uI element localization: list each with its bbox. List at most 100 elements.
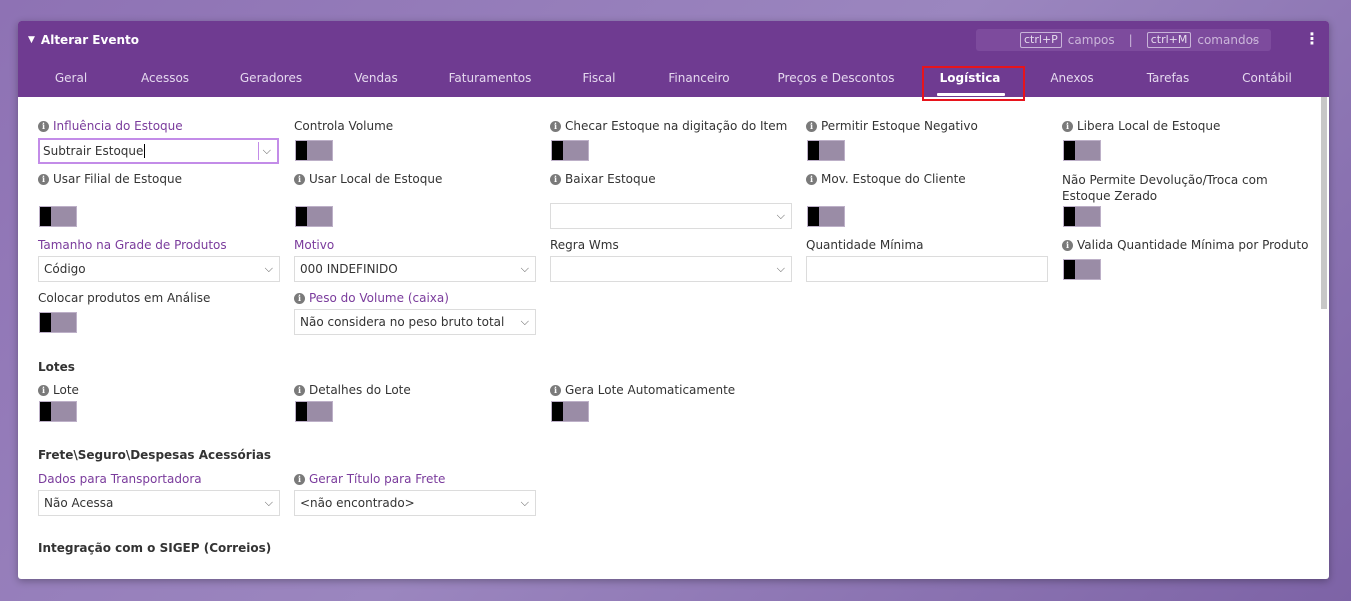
tab-bar: Geral Acessos Geradores Vendas Faturamen… bbox=[18, 71, 1329, 97]
fields-shortcut-label[interactable]: campos bbox=[1068, 33, 1115, 47]
lote-label: i Lote bbox=[38, 383, 79, 397]
collapse-caret-icon[interactable]: ▼ bbox=[28, 35, 35, 45]
tab-geradores[interactable]: Geradores bbox=[240, 71, 302, 85]
tab-anexos[interactable]: Anexos bbox=[1050, 71, 1093, 85]
shortcuts-bar[interactable]: ctrl+P campos | ctrl+M comandos ⌵ bbox=[976, 29, 1271, 51]
info-icon[interactable]: i bbox=[806, 173, 817, 185]
lotes-section-title: Lotes bbox=[38, 360, 75, 374]
info-icon[interactable]: i bbox=[38, 384, 49, 396]
regra-wms-select[interactable]: ⌵ bbox=[550, 256, 792, 282]
controla-volume-toggle[interactable] bbox=[295, 140, 333, 161]
sigep-section-title: Integração com o SIGEP (Correios) bbox=[38, 541, 272, 555]
checar-estoque-toggle[interactable] bbox=[551, 140, 589, 161]
baixar-estoque-select[interactable]: ⌵ bbox=[550, 203, 792, 229]
info-icon[interactable]: i bbox=[38, 120, 49, 132]
peso-volume-select[interactable]: Não considera no peso bruto total ⌵ bbox=[294, 309, 536, 335]
info-icon[interactable]: i bbox=[1062, 120, 1073, 132]
text-cursor bbox=[144, 144, 146, 158]
info-icon[interactable]: i bbox=[1062, 239, 1073, 251]
info-icon[interactable]: i bbox=[38, 173, 49, 185]
toggle-knob bbox=[808, 141, 819, 160]
window-header: ▼ Alterar Evento ctrl+P campos | ctrl+M … bbox=[18, 21, 1329, 101]
alterar-evento-window: ▼ Alterar Evento ctrl+P campos | ctrl+M … bbox=[18, 21, 1329, 579]
influencia-estoque-value: Subtrair Estoque bbox=[43, 144, 144, 158]
lote-toggle[interactable] bbox=[39, 401, 77, 422]
tab-faturamentos[interactable]: Faturamentos bbox=[449, 71, 532, 85]
chevron-down-icon[interactable]: ⌵ bbox=[521, 310, 529, 334]
dados-transportadora-select[interactable]: Não Acessa ⌵ bbox=[38, 490, 280, 516]
usar-filial-label: i Usar Filial de Estoque bbox=[38, 172, 182, 186]
chevron-down-icon[interactable]: ⌵ bbox=[777, 204, 785, 228]
info-icon[interactable]: i bbox=[294, 292, 305, 304]
frete-section-title: Frete\Seguro\Despesas Acessórias bbox=[38, 448, 272, 462]
influencia-estoque-select[interactable]: Subtrair Estoque ⌵ bbox=[38, 138, 279, 164]
dados-transportadora-value: Não Acessa bbox=[44, 496, 114, 510]
libera-local-toggle[interactable] bbox=[1063, 140, 1101, 161]
motivo-value: 000 INDEFINIDO bbox=[300, 262, 398, 276]
libera-local-label: i Libera Local de Estoque bbox=[1062, 119, 1220, 133]
permitir-negativo-toggle[interactable] bbox=[807, 140, 845, 161]
more-options-icon[interactable]: ⋮ bbox=[1304, 30, 1320, 48]
nao-permite-devolucao-label: Não Permite Devolução/Troca com Estoque … bbox=[1062, 173, 1268, 203]
usar-local-toggle[interactable] bbox=[295, 206, 333, 227]
nao-permite-devolucao-toggle[interactable] bbox=[1063, 206, 1101, 227]
valida-qtd-minima-label: i Valida Quantidade Mínima por Produto bbox=[1062, 238, 1308, 252]
toggle-knob bbox=[40, 402, 51, 421]
chevron-down-icon[interactable]: ⌵ bbox=[265, 257, 273, 281]
usar-filial-label-text: Usar Filial de Estoque bbox=[53, 172, 182, 186]
info-icon[interactable]: i bbox=[550, 173, 561, 185]
tab-geral[interactable]: Geral bbox=[55, 71, 87, 85]
checar-estoque-label: i Checar Estoque na digitação do Item bbox=[550, 119, 787, 133]
vertical-scrollbar[interactable] bbox=[1321, 97, 1327, 309]
tab-financeiro[interactable]: Financeiro bbox=[668, 71, 729, 85]
gerar-titulo-frete-label: i Gerar Título para Frete bbox=[294, 472, 445, 486]
toggle-knob bbox=[552, 141, 563, 160]
gerar-titulo-frete-value: <não encontrado> bbox=[300, 496, 415, 510]
motivo-label-text: Motivo bbox=[294, 238, 335, 252]
quantidade-minima-label-text: Quantidade Mínima bbox=[806, 238, 924, 252]
tab-tarefas[interactable]: Tarefas bbox=[1147, 71, 1190, 85]
colocar-analise-toggle[interactable] bbox=[39, 312, 77, 333]
toggle-knob bbox=[296, 402, 307, 421]
controla-volume-label-text: Controla Volume bbox=[294, 119, 394, 133]
window-title: Alterar Evento bbox=[40, 33, 139, 47]
quantidade-minima-input[interactable] bbox=[806, 256, 1048, 282]
valida-qtd-minima-label-text: Valida Quantidade Mínima por Produto bbox=[1077, 238, 1309, 252]
chevron-down-icon[interactable]: ⌵ bbox=[521, 257, 529, 281]
valida-qtd-minima-toggle[interactable] bbox=[1063, 259, 1101, 280]
gera-lote-toggle[interactable] bbox=[551, 401, 589, 422]
tab-vendas[interactable]: Vendas bbox=[354, 71, 398, 85]
detalhes-lote-toggle[interactable] bbox=[295, 401, 333, 422]
regra-wms-label: Regra Wms bbox=[550, 238, 619, 252]
baixar-estoque-label: i Baixar Estoque bbox=[550, 172, 656, 186]
tab-contabil[interactable]: Contábil bbox=[1242, 71, 1292, 85]
gerar-titulo-frete-select[interactable]: <não encontrado> ⌵ bbox=[294, 490, 536, 516]
mov-estoque-cliente-toggle[interactable] bbox=[807, 206, 845, 227]
chevron-down-icon[interactable]: ⌵ bbox=[777, 257, 785, 281]
usar-local-label: i Usar Local de Estoque bbox=[294, 172, 442, 186]
tab-precos-descontos[interactable]: Preços e Descontos bbox=[778, 71, 895, 85]
toggle-knob bbox=[40, 207, 51, 226]
info-icon[interactable]: i bbox=[294, 173, 305, 185]
chevron-down-icon[interactable]: ⌵ bbox=[265, 491, 273, 515]
shortcuts-chevron-down-icon[interactable]: ⌵ bbox=[1251, 32, 1259, 46]
usar-filial-toggle[interactable] bbox=[39, 206, 77, 227]
tamanho-grade-select[interactable]: Código ⌵ bbox=[38, 256, 280, 282]
info-icon[interactable]: i bbox=[550, 384, 561, 396]
info-icon[interactable]: i bbox=[294, 384, 305, 396]
chevron-down-icon[interactable]: ⌵ bbox=[521, 491, 529, 515]
chevron-down-icon[interactable]: ⌵ bbox=[263, 140, 271, 162]
select-divider bbox=[258, 142, 259, 160]
tab-fiscal[interactable]: Fiscal bbox=[583, 71, 616, 85]
libera-local-label-text: Libera Local de Estoque bbox=[1077, 119, 1221, 133]
info-icon[interactable]: i bbox=[294, 473, 305, 485]
lote-label-text: Lote bbox=[53, 383, 79, 397]
tab-acessos[interactable]: Acessos bbox=[141, 71, 189, 85]
motivo-select[interactable]: 000 INDEFINIDO ⌵ bbox=[294, 256, 536, 282]
peso-volume-value: Não considera no peso bruto total bbox=[300, 315, 505, 329]
peso-volume-label: i Peso do Volume (caixa) bbox=[294, 291, 449, 305]
info-icon[interactable]: i bbox=[550, 120, 561, 132]
info-icon[interactable]: i bbox=[806, 120, 817, 132]
window-title-row[interactable]: ▼ Alterar Evento bbox=[28, 33, 139, 47]
regra-wms-label-text: Regra Wms bbox=[550, 238, 619, 252]
